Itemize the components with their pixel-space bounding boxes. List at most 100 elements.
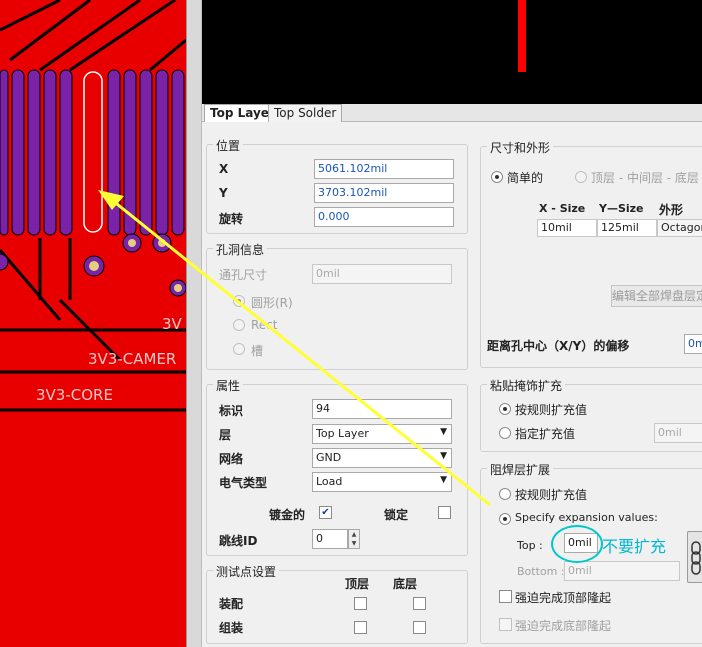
group-size-title: 尺寸和外形 [487, 139, 554, 156]
hole-rect-radio[interactable] [233, 319, 245, 331]
shape-cell[interactable]: Octagonal [657, 219, 702, 237]
hole-size-input[interactable]: 0mil [312, 264, 452, 284]
simple-radio[interactable] [491, 171, 503, 183]
designator-label: 标识 [219, 404, 244, 418]
pane-splitter[interactable] [186, 0, 202, 647]
force-bottom-label: 强迫完成底部隆起 [515, 619, 612, 633]
layer-select-value: Top Layer [316, 427, 369, 440]
offset-input[interactable]: 0mil [684, 334, 702, 354]
testpoint-assy-bottom-checkbox[interactable] [413, 621, 426, 634]
tml-label: 顶层 - 中间层 - 底层 [591, 171, 699, 185]
offset-label: 距离孔中心（X/Y）的偏移 [487, 339, 630, 353]
force-top-checkbox[interactable] [499, 590, 512, 603]
hole-slot-radio[interactable] [233, 343, 245, 355]
solder-spec-radio[interactable] [499, 513, 511, 525]
annotation-text: 不要扩充 [602, 537, 667, 556]
pcb-canvas[interactable]: 3V 3V3-CAMER 3V3-CORE [0, 0, 186, 647]
elec-type-label: 电气类型 [219, 476, 268, 490]
pcb-net-label-3v: 3V [162, 315, 183, 333]
jumper-label: 跳线ID [219, 534, 258, 548]
solder-bottom-label: Bottom : [517, 565, 565, 578]
size-col-shape: 外形 [659, 203, 684, 217]
elec-type-select[interactable]: Load ▼ [312, 472, 452, 492]
size-col-y: Y—Size [599, 202, 644, 215]
rotation-input[interactable]: 0.000 [314, 207, 454, 227]
chevron-down-icon: ▼ [440, 427, 447, 437]
group-testpoint-title: 测试点设置 [213, 563, 280, 580]
hole-size-label: 通孔尺寸 [219, 268, 268, 282]
group-position-title: 位置 [213, 137, 244, 154]
pcb-artwork: 3V 3V3-CAMER 3V3-CORE [0, 0, 186, 412]
group-paste-mask: 粘贴掩饰扩充 按规则扩充值 指定扩充值 0mil [480, 377, 702, 452]
hole-slot-label: 槽 [251, 344, 264, 358]
group-properties: 属性 标识 94 层 Top Layer ▼ 网络 GND ▼ 电气类型 Load ▼… [206, 377, 468, 556]
pad-preview [202, 0, 702, 104]
group-props-title: 属性 [213, 377, 244, 394]
group-hole-title: 孔洞信息 [213, 241, 268, 258]
pcb-net-label-camera: 3V3-CAMER [88, 350, 176, 368]
elec-type-value: Load [316, 475, 343, 488]
pad-properties-panel: 位置 X 5061.102mil Y 3703.102mil 旋转 0.000 … [202, 122, 702, 647]
x-input[interactable]: 5061.102mil [314, 159, 454, 179]
paste-spec-label: 指定扩充值 [515, 427, 576, 441]
solder-rule-label: 按规则扩充值 [515, 488, 588, 502]
annotation-circle [551, 525, 603, 563]
size-col-x: X - Size [539, 202, 586, 215]
testpoint-fab-top-checkbox[interactable] [354, 597, 367, 610]
group-testpoint: 测试点设置 顶层 底层 装配 组装 [206, 563, 468, 644]
jumper-input[interactable]: 0 [312, 529, 348, 549]
testpoint-assy-top-checkbox[interactable] [354, 621, 367, 634]
paste-spec-input[interactable]: 0mil [654, 423, 702, 443]
testpoint-col-bottom: 底层 [393, 577, 418, 591]
tab-top-solder[interactable]: Top Solder [268, 104, 343, 122]
designator-input[interactable]: 94 [312, 399, 452, 419]
group-solder-title: 阻焊层扩展 [487, 461, 554, 478]
hole-round-label: 圆形(R) [251, 296, 293, 310]
group-hole-info: 孔洞信息 通孔尺寸 0mil 圆形(R) Rect 槽 [206, 241, 468, 370]
layer-select[interactable]: Top Layer ▼ [312, 424, 452, 444]
hole-rect-label: Rect [251, 318, 278, 332]
y-label: Y [219, 186, 228, 200]
locked-checkbox[interactable] [438, 506, 451, 519]
edit-full-stack-button[interactable]: 编辑全部焊盘层定义 [611, 285, 702, 307]
force-bottom-checkbox[interactable] [499, 618, 512, 631]
chevron-down-icon: ▼ [440, 475, 447, 485]
locked-label: 锁定 [384, 508, 409, 522]
force-top-label: 强迫完成顶部隆起 [515, 591, 612, 605]
layer-label: 层 [219, 428, 232, 442]
testpoint-row-fab: 装配 [219, 597, 244, 611]
preview-trace [518, 0, 526, 72]
group-size-shape: 尺寸和外形 简单的 顶层 - 中间层 - 底层 X - Size Y—Size … [480, 139, 702, 368]
group-paste-title: 粘贴掩饰扩充 [487, 377, 566, 394]
solder-bottom-input[interactable]: 0mil [564, 561, 680, 581]
y-input[interactable]: 3703.102mil [314, 183, 454, 203]
rotation-label: 旋转 [219, 212, 244, 226]
plated-label: 镀金的 [269, 508, 306, 522]
group-position: 位置 X 5061.102mil Y 3703.102mil 旋转 0.000 [206, 137, 468, 234]
net-label: 网络 [219, 452, 244, 466]
x-size-cell[interactable]: 10mil [537, 219, 597, 237]
jumper-spinner[interactable]: ▲ ▼ [348, 529, 360, 549]
y-size-cell[interactable]: 125mil [597, 219, 657, 237]
solder-spec-label: Specify expansion values: [515, 511, 658, 524]
solder-rule-radio[interactable] [499, 488, 511, 500]
paste-rule-label: 按规则扩充值 [515, 403, 588, 417]
paste-rule-radio[interactable] [499, 403, 511, 415]
link-chain-icon[interactable] [687, 531, 702, 583]
solder-top-label: Top : [517, 539, 543, 552]
testpoint-row-assy: 组装 [219, 621, 244, 635]
testpoint-col-top: 顶层 [345, 577, 370, 591]
testpoint-fab-bottom-checkbox[interactable] [413, 597, 426, 610]
layer-tabs: Top Layer Top Solder [202, 104, 702, 122]
chain-icon [691, 541, 701, 575]
simple-label: 简单的 [507, 171, 544, 185]
x-label: X [219, 162, 229, 176]
net-select[interactable]: GND ▼ [312, 448, 452, 468]
net-select-value: GND [316, 451, 342, 464]
pcb-net-label-core: 3V3-CORE [36, 386, 113, 404]
tml-radio[interactable] [575, 171, 587, 183]
chevron-down-icon: ▼ [440, 451, 447, 461]
hole-round-radio[interactable] [233, 295, 245, 307]
paste-spec-radio[interactable] [499, 427, 511, 439]
plated-checkbox[interactable]: ✔ [319, 506, 332, 519]
